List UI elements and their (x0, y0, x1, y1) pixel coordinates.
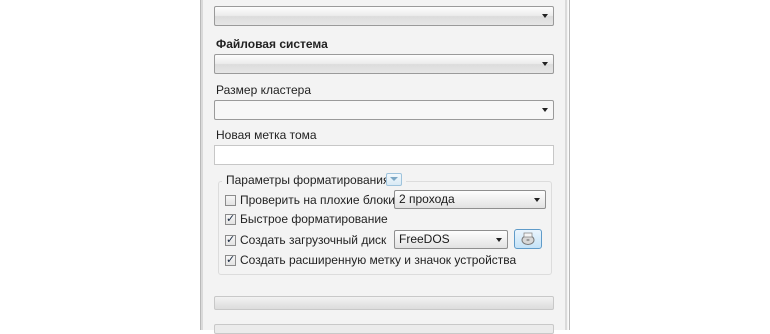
window-right-edge (565, 0, 567, 330)
window-left-edge (201, 0, 203, 330)
bad-blocks-passes-select[interactable]: 2 прохода (394, 190, 546, 209)
status-bar (214, 324, 554, 334)
format-options-title: Параметры форматирования (226, 173, 390, 187)
chevron-down-icon (496, 238, 502, 242)
extended-label-checkbox[interactable] (225, 253, 236, 266)
chevron-down-icon (542, 62, 548, 66)
bad-blocks-passes-value: 2 прохода (399, 192, 455, 206)
cluster-size-select[interactable] (214, 100, 554, 120)
volume-label-input[interactable] (214, 145, 554, 165)
chevron-down-icon[interactable] (386, 173, 402, 186)
chevron-down-icon (542, 108, 548, 112)
bootable-label: Создать загрузочный диск (240, 233, 387, 247)
chevron-down-icon (542, 14, 548, 18)
boot-type-value: FreeDOS (399, 232, 450, 246)
extended-label-label: Создать расширенную метку и значок устро… (240, 253, 517, 267)
quick-format-checkbox[interactable] (225, 212, 236, 225)
quick-format-label: Быстрое форматирование (240, 212, 388, 226)
select-image-button[interactable] (514, 229, 542, 249)
filesystem-select[interactable] (214, 54, 554, 74)
boot-type-select[interactable]: FreeDOS (394, 230, 508, 249)
volume-label-label: Новая метка тома (216, 128, 317, 142)
disk-image-icon (521, 232, 535, 245)
bad-blocks-label: Проверить на плохие блоки (240, 193, 395, 207)
filesystem-label: Файловая система (216, 37, 328, 51)
device-select[interactable] (214, 6, 554, 26)
cluster-size-label: Размер кластера (216, 83, 312, 97)
bad-blocks-checkbox[interactable] (225, 195, 236, 206)
progress-bar (214, 296, 554, 310)
chevron-down-icon (534, 198, 540, 202)
bootable-checkbox[interactable] (225, 233, 236, 246)
